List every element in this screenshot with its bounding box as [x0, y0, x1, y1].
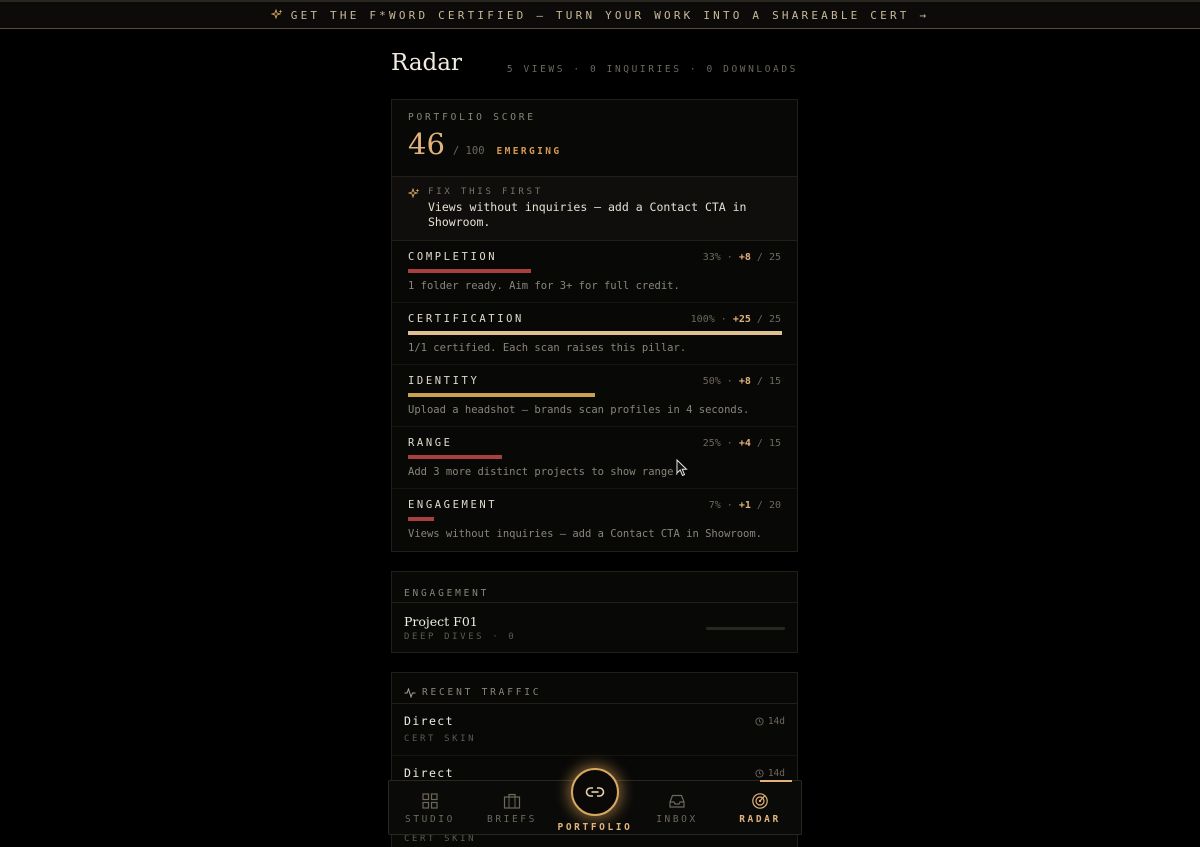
pillar-percent: 25%: [702, 437, 721, 449]
pillar-name: ENGAGEMENT: [408, 499, 498, 511]
pillar-max: / 20: [756, 499, 781, 511]
sparkle-icon: [270, 9, 283, 20]
pillar-progress-track: [408, 269, 782, 273]
score-max: / 100: [452, 145, 485, 157]
fix-label: FIX THIS FIRST: [428, 187, 544, 197]
pillar-progress-fill: [408, 331, 782, 335]
clock-icon: [755, 769, 764, 778]
link-icon: [585, 787, 605, 797]
pillar-max: / 25: [756, 251, 781, 263]
pillar-delta: +25: [732, 313, 751, 325]
project-engagement-bar: [706, 627, 785, 630]
traffic-heading: RECENT TRAFFIC: [422, 687, 542, 698]
pillar-percent: 100%: [690, 313, 715, 325]
project-deep-dives: DEEP DIVES · 0: [404, 632, 517, 642]
nav-studio[interactable]: STUDIO: [390, 781, 470, 825]
stats-summary: 5 VIEWS · 0 INQUIRIES · 0 DOWNLOADS: [506, 64, 798, 75]
score-label: PORTFOLIO SCORE: [408, 112, 536, 123]
pillar-delta: +1: [738, 499, 751, 511]
pillar-progress-fill: [408, 269, 532, 273]
nav-label: INBOX: [656, 814, 698, 825]
activity-icon: [404, 687, 416, 698]
pillar-max: / 15: [756, 375, 781, 387]
traffic-time: 14d: [755, 768, 785, 779]
traffic-row[interactable]: Direct CERT SKIN 14d: [392, 704, 797, 756]
nav-inbox[interactable]: INBOX: [637, 781, 717, 825]
pillar-percent: 50%: [702, 375, 721, 387]
banner-text: GET THE F*WORD CERTIFIED — TURN YOUR WOR…: [290, 8, 930, 22]
engagement-card: ENGAGEMENT Project F01 DEEP DIVES · 0: [391, 571, 798, 653]
pillar-note: Add 3 more distinct projects to show ran…: [408, 466, 680, 478]
fix-text-line2: Showroom.: [428, 215, 491, 229]
pillar-note: 1/1 certified. Each scan raises this pil…: [408, 342, 687, 354]
pillar-meta: 33% · +8 / 25: [702, 251, 781, 263]
pillar-percent: 7%: [708, 499, 721, 511]
sparkle-icon: [408, 188, 420, 199]
score-tier: EMERGING: [496, 146, 562, 157]
clock-icon: [755, 717, 764, 726]
pillar-row[interactable]: ENGAGEMENT 7% · +1 / 20 Views without in…: [392, 489, 797, 551]
fix-first-callout[interactable]: FIX THIS FIRST Views without inquiries —…: [392, 177, 797, 241]
score-header: PORTFOLIO SCORE 46 / 100 EMERGING: [392, 100, 797, 177]
nav-label-portfolio: PORTFOLIO: [557, 822, 633, 833]
traffic-time: 14d: [755, 716, 785, 727]
pillar-max: / 25: [756, 313, 781, 325]
pillar-progress-track: [408, 331, 782, 335]
pillar-meta: 7% · +1 / 20: [708, 499, 781, 511]
score-value: 46: [408, 127, 445, 161]
briefcase-icon: [503, 793, 521, 809]
pillar-delta: +4: [738, 437, 751, 449]
pillar-meta: 50% · +8 / 15: [702, 375, 781, 387]
pillar-name: IDENTITY: [408, 375, 480, 387]
pillar-note: Upload a headshot — brands scan profiles…: [408, 404, 750, 416]
engagement-project-row[interactable]: Project F01 DEEP DIVES · 0: [392, 603, 797, 642]
pillar-row[interactable]: COMPLETION 33% · +8 / 25 1 folder ready.…: [392, 241, 797, 303]
page-title: Radar: [391, 50, 462, 76]
grid-icon: [422, 793, 438, 809]
pillar-progress-fill: [408, 455, 502, 459]
mouse-cursor-icon: [676, 459, 688, 477]
pillar-row[interactable]: IDENTITY 50% · +8 / 15 Upload a headshot…: [392, 365, 797, 427]
portfolio-fab-button[interactable]: [571, 768, 619, 816]
pillar-row[interactable]: CERTIFICATION 100% · +25 / 25 1/1 certif…: [392, 303, 797, 365]
pillar-row[interactable]: RANGE 25% · +4 / 15 Add 3 more distinct …: [392, 427, 797, 489]
pillar-progress-fill: [408, 517, 435, 521]
portfolio-score-card: PORTFOLIO SCORE 46 / 100 EMERGING FIX TH…: [391, 99, 798, 552]
pillar-note: Views without inquiries — add a Contact …: [408, 528, 763, 540]
nav-label: RADAR: [739, 814, 781, 825]
pillar-note: 1 folder ready. Aim for 3+ for full cred…: [408, 280, 680, 292]
nav-briefs[interactable]: BRIEFS: [472, 781, 552, 825]
promo-banner[interactable]: GET THE F*WORD CERTIFIED — TURN YOUR WOR…: [0, 0, 1200, 29]
pillar-progress-track: [408, 455, 782, 459]
pillar-progress-track: [408, 393, 782, 397]
pillar-name: CERTIFICATION: [408, 313, 524, 325]
traffic-ago: 14d: [767, 768, 785, 779]
pillar-name: RANGE: [408, 437, 453, 449]
traffic-source: Direct: [404, 714, 454, 728]
pillar-meta: 100% · +25 / 25: [690, 313, 781, 325]
traffic-skin: CERT SKIN: [404, 734, 477, 744]
pillar-delta: +8: [738, 375, 751, 387]
nav-label: BRIEFS: [487, 814, 537, 825]
pillar-percent: 33%: [702, 251, 721, 263]
fix-text-line1: Views without inquiries — add a Contact …: [428, 200, 747, 214]
pillar-max: / 15: [756, 437, 781, 449]
pillar-delta: +8: [738, 251, 751, 263]
nav-label: STUDIO: [405, 814, 455, 825]
inbox-icon: [669, 794, 685, 808]
pillar-meta: 25% · +4 / 15: [702, 437, 781, 449]
traffic-ago: 14d: [767, 716, 785, 727]
pillar-progress-track: [408, 517, 782, 521]
pillar-name: COMPLETION: [408, 251, 498, 263]
traffic-skin: CERT SKIN: [404, 834, 477, 844]
pillar-progress-fill: [408, 393, 595, 397]
nav-radar[interactable]: RADAR: [720, 781, 800, 825]
engagement-heading: ENGAGEMENT: [404, 588, 490, 599]
radar-icon: [752, 793, 768, 809]
